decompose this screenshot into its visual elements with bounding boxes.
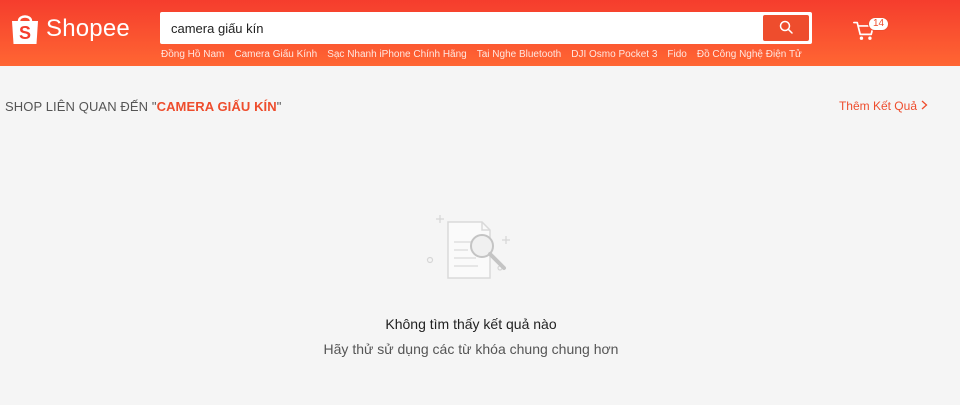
cart-count-badge: 14 — [868, 17, 890, 31]
suggestion-link[interactable]: DJI Osmo Pocket 3 — [571, 49, 657, 60]
chevron-right-icon — [921, 99, 928, 113]
shopee-logo[interactable]: S Shopee — [10, 12, 130, 46]
heading-suffix: " — [276, 99, 282, 114]
empty-state-subtitle: Hãy thử sử dụng các từ khóa chung chung … — [323, 341, 619, 357]
heading-keyword: CAMERA GIẤU KÍN — [156, 99, 277, 114]
more-results-link[interactable]: Thêm Kết Quả — [839, 99, 928, 113]
svg-text:S: S — [19, 23, 31, 43]
cart-icon — [853, 21, 875, 46]
cart-button[interactable]: 14 — [853, 17, 890, 47]
suggestion-link[interactable]: Sạc Nhanh iPhone Chính Hãng — [327, 49, 467, 60]
more-results-label: Thêm Kết Quả — [838, 99, 917, 113]
suggestion-link[interactable]: Tai Nghe Bluetooth — [477, 49, 562, 60]
document-search-icon — [420, 212, 512, 289]
suggestion-link[interactable]: Camera Giấu Kính — [234, 49, 317, 60]
search-icon — [779, 20, 793, 37]
suggestion-link[interactable]: Fido — [667, 49, 686, 60]
search-bar — [160, 12, 812, 44]
header: S Shopee Đồng Hồ Nam Camera Giấu Kính Sạ… — [0, 0, 960, 66]
search-input[interactable] — [163, 15, 763, 41]
search-suggestions: Đồng Hồ Nam Camera Giấu Kính Sạc Nhanh i… — [161, 49, 802, 60]
search-button[interactable] — [763, 15, 809, 41]
shopping-bag-icon: S — [10, 12, 40, 46]
related-shops-heading: SHOP LIÊN QUAN ĐẾN "CAMERA GIẤU KÍN" — [5, 99, 281, 114]
empty-state-title: Không tìm thấy kết quả nào — [385, 316, 557, 332]
brand-name: Shopee — [46, 15, 130, 42]
heading-prefix: SHOP LIÊN QUAN ĐẾN " — [5, 99, 157, 114]
suggestion-link[interactable]: Đồ Công Nghệ Điện Tử — [697, 49, 802, 60]
suggestion-link[interactable]: Đồng Hồ Nam — [161, 49, 224, 60]
